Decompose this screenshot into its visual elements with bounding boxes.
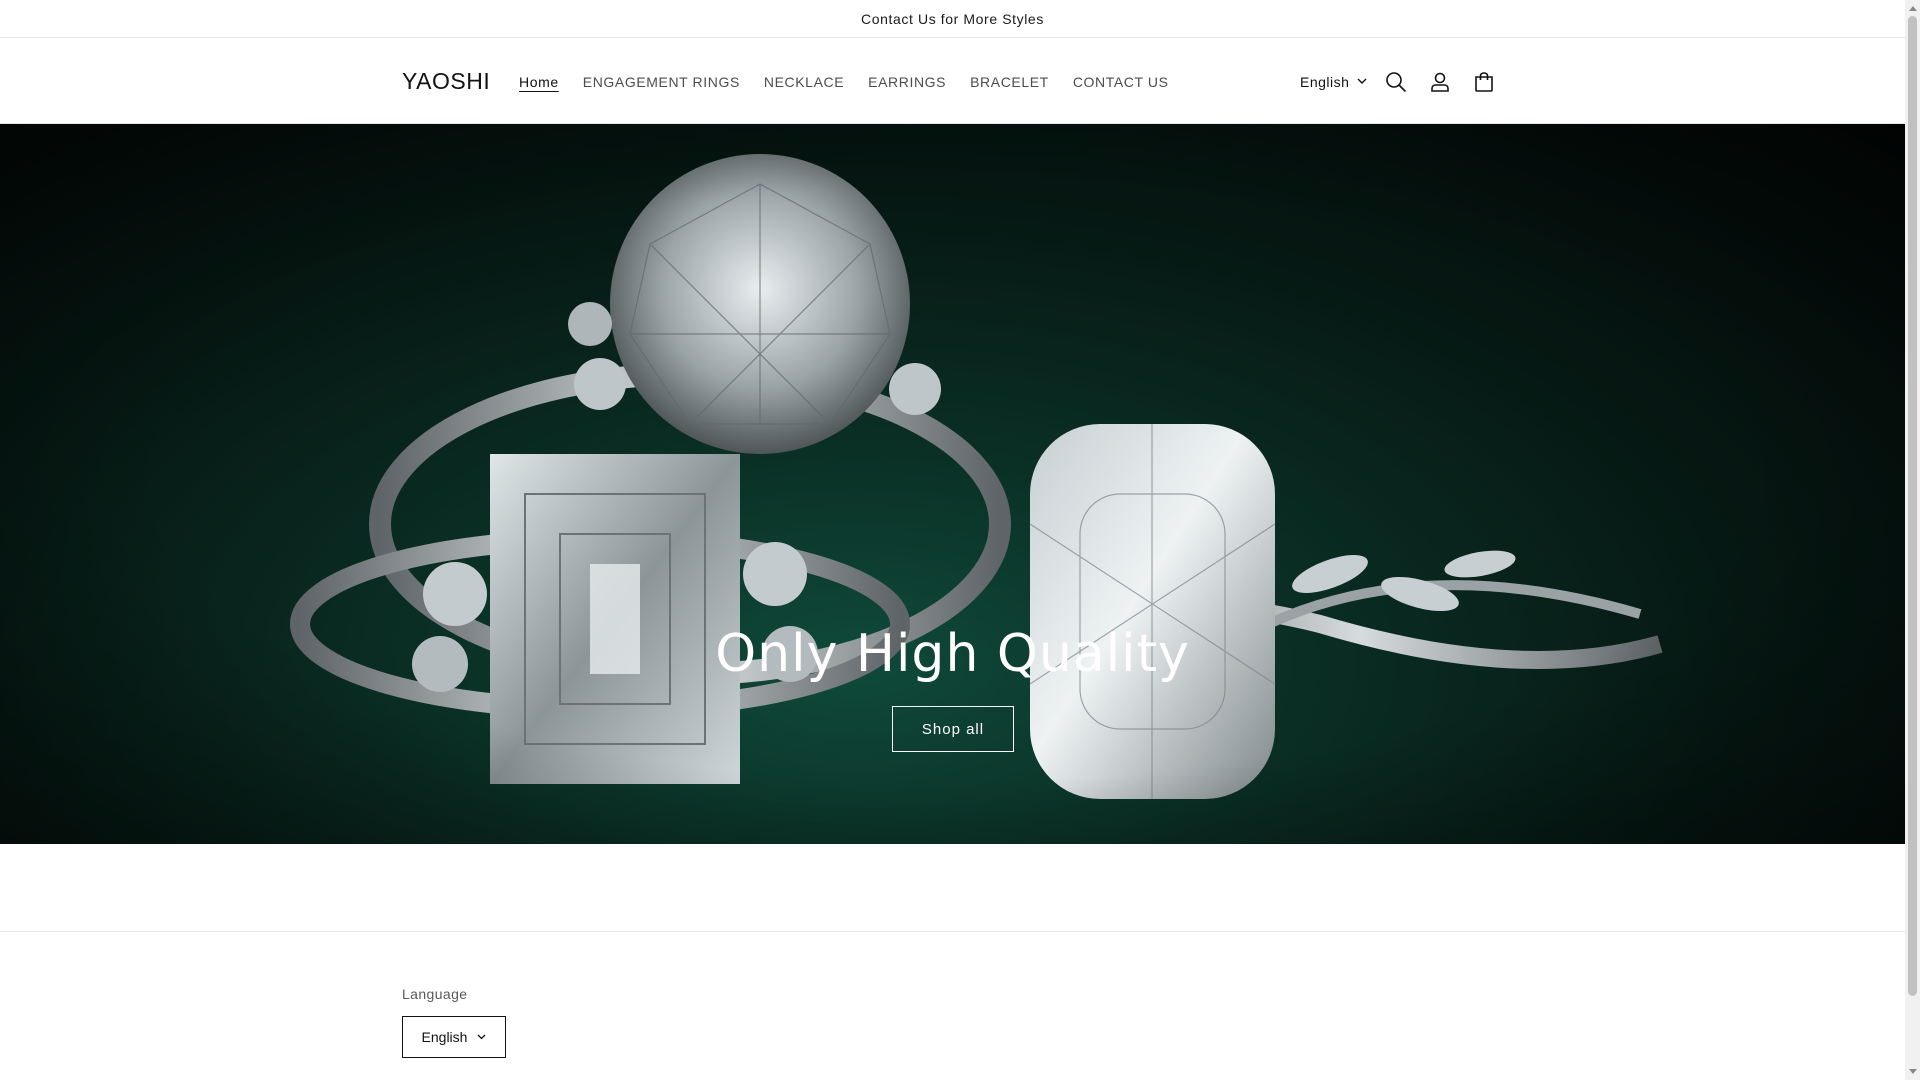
search-icon[interactable] (1374, 39, 1418, 124)
footer-language-label: Language (402, 986, 468, 1002)
page: Contact Us for More Styles YAOSHI Home E… (0, 0, 1905, 1080)
site-header: YAOSHI Home ENGAGEMENT RINGS NECKLACE EA… (0, 39, 1905, 124)
scroll-down-arrow-icon[interactable] (1905, 1064, 1920, 1080)
scroll-up-arrow-icon[interactable] (1905, 0, 1920, 16)
nav-item-bracelet[interactable]: BRACELET (958, 74, 1061, 90)
cart-icon[interactable] (1462, 39, 1506, 124)
nav-item-engagement-rings[interactable]: ENGAGEMENT RINGS (571, 74, 752, 90)
chevron-down-icon (477, 1034, 486, 1040)
nav-item-earrings[interactable]: EARRINGS (856, 74, 958, 90)
announcement-bar: Contact Us for More Styles (0, 0, 1905, 38)
main-nav: Home ENGAGEMENT RINGS NECKLACE EARRINGS … (507, 39, 1181, 124)
hero-title: Only High Quality (715, 624, 1190, 684)
account-icon[interactable] (1418, 39, 1462, 124)
nav-item-home[interactable]: Home (507, 74, 571, 90)
footer-language-selector[interactable]: English (402, 1016, 506, 1058)
header-language-value: English (1300, 73, 1350, 90)
scroll-thumb[interactable] (1908, 16, 1917, 996)
shop-all-button[interactable]: Shop all (892, 706, 1014, 752)
site-logo[interactable]: YAOSHI (402, 39, 490, 124)
page-scrollbar[interactable] (1905, 0, 1920, 1080)
footer-language-value: English (421, 1029, 468, 1045)
announcement-text[interactable]: Contact Us for More Styles (861, 11, 1044, 27)
nav-item-necklace[interactable]: NECKLACE (752, 74, 856, 90)
footer-divider (0, 931, 1905, 932)
chevron-down-icon (1357, 78, 1367, 85)
header-language-selector[interactable]: English (1300, 39, 1367, 124)
nav-item-contact-us[interactable]: CONTACT US (1061, 74, 1181, 90)
hero-banner: Only High Quality Shop all (0, 124, 1905, 844)
